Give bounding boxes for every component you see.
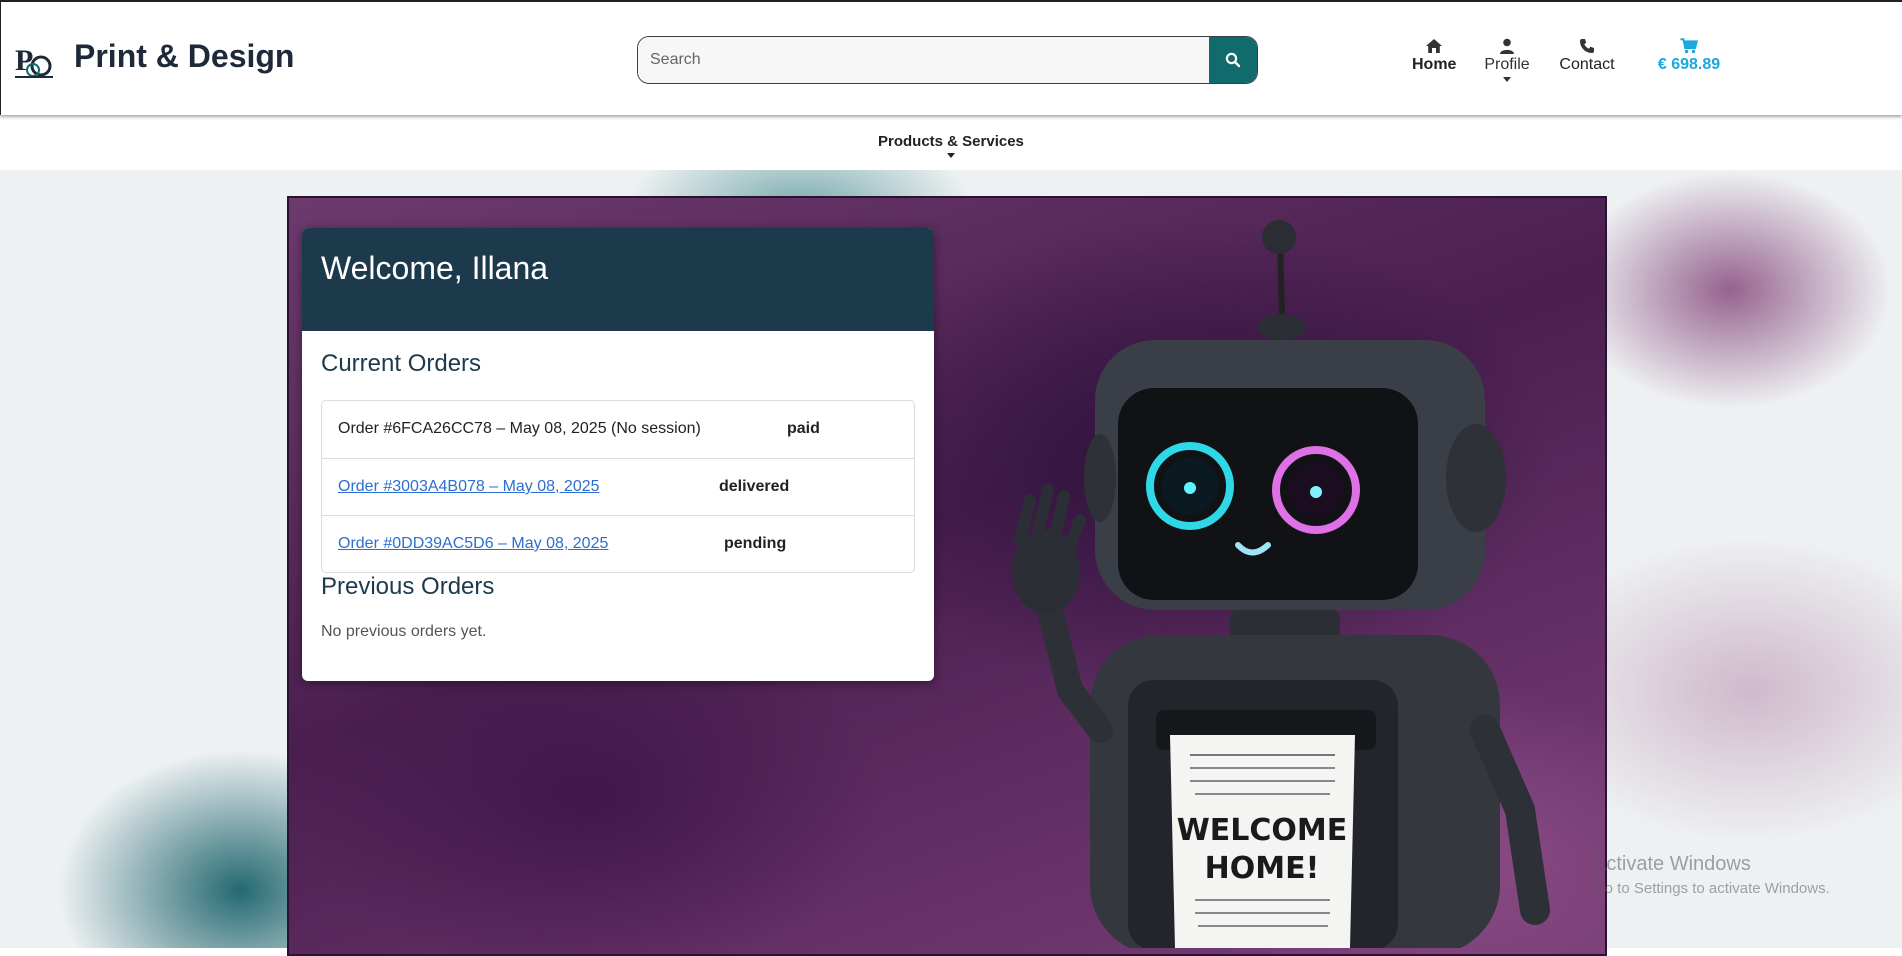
receipt-text-2: HOME!: [1205, 851, 1320, 886]
order-status: pending: [724, 535, 787, 552]
sub-navbar: Products & Services: [0, 115, 1902, 170]
windows-watermark-title: Activate Windows: [1593, 853, 1751, 875]
cart-icon: [1680, 38, 1698, 54]
order-link[interactable]: Order #3003A4B078 – May 08, 2025: [338, 478, 600, 496]
brand-name[interactable]: Print & Design: [74, 38, 294, 75]
welcome-title: Welcome, Illana: [321, 250, 549, 286]
card-header: Welcome, Illana: [302, 228, 934, 331]
current-orders-title: Current Orders: [321, 350, 482, 377]
chevron-down-icon: [946, 153, 955, 158]
windows-watermark-subtitle: Go to Settings to activate Windows.: [1593, 880, 1830, 897]
top-navbar: P Print & Design Home Profile Con: [0, 0, 1902, 115]
nav-home-label: Home: [1412, 56, 1457, 73]
robot-illustration: WELCOME HOME!: [1012, 220, 1550, 948]
order-row: Order #6FCA26CC78 – May 08, 2025 (No ses…: [322, 401, 914, 458]
nav-contact-label: Contact: [1559, 56, 1615, 73]
logo-icon[interactable]: P: [13, 40, 55, 82]
previous-orders-title: Previous Orders: [321, 573, 495, 600]
search-icon: [1225, 52, 1241, 68]
products-services-label: Products & Services: [878, 133, 1024, 150]
svg-text:P: P: [15, 44, 33, 77]
nav-contact[interactable]: Contact: [1557, 38, 1617, 74]
order-status: delivered: [719, 478, 790, 495]
order-status: paid: [787, 420, 820, 437]
order-row: Order #0DD39AC5D6 – May 08, 2025 pending: [322, 515, 914, 572]
order-row: Order #3003A4B078 – May 08, 2025 deliver…: [322, 458, 914, 515]
search-input[interactable]: [638, 37, 1210, 82]
previous-orders-empty: No previous orders yet.: [321, 623, 487, 640]
nav-profile[interactable]: Profile: [1483, 38, 1531, 82]
receipt-text: WELCOME: [1177, 813, 1348, 848]
user-icon: [1500, 38, 1514, 54]
search-button[interactable]: [1209, 37, 1257, 83]
nav-home[interactable]: Home: [1412, 38, 1456, 74]
nav-profile-label: Profile: [1484, 56, 1530, 73]
chevron-down-icon: [1503, 77, 1511, 82]
cart-total: € 698.89: [1657, 56, 1721, 73]
search-bar: [637, 36, 1258, 84]
account-card: Welcome, Illana Current Orders Order #6F…: [302, 228, 934, 681]
nav-products-services[interactable]: Products & Services: [878, 133, 1024, 158]
current-orders-list: Order #6FCA26CC78 – May 08, 2025 (No ses…: [321, 400, 915, 573]
order-label: Order #6FCA26CC78 – May 08, 2025 (No ses…: [338, 420, 701, 437]
order-link[interactable]: Order #0DD39AC5D6 – May 08, 2025: [338, 535, 608, 553]
nav-cart[interactable]: € 698.89: [1653, 38, 1725, 74]
phone-icon: [1580, 39, 1594, 53]
home-icon: [1426, 39, 1442, 53]
